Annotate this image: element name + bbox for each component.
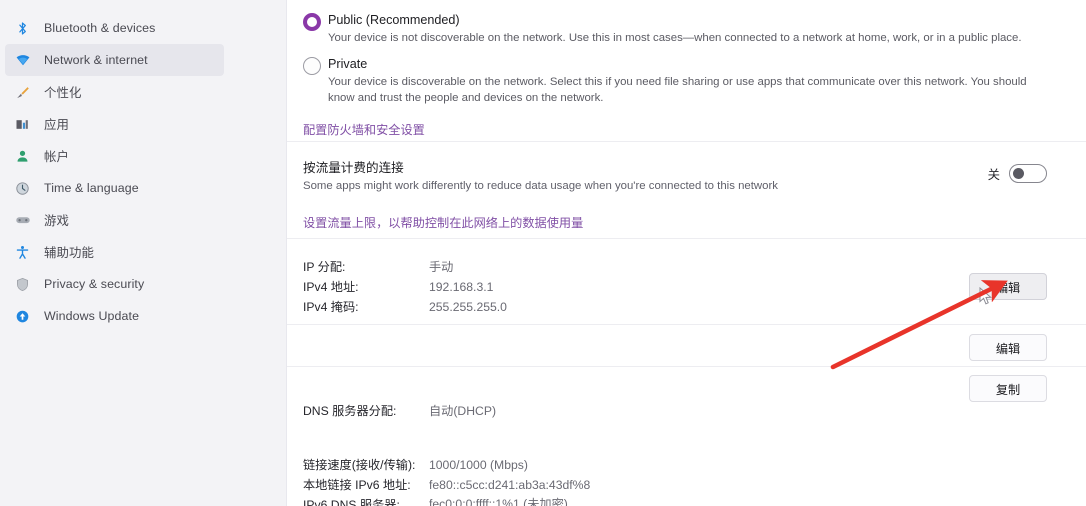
sidebar-item-label: 应用 [44,118,69,132]
detail-value: fe80::c5cc:d241:ab3a:43df%8 [429,478,591,492]
sidebar-item-label: Windows Update [44,309,140,323]
metered-toggle-group: 关 [988,164,1047,183]
network-profile-public-title: Public (Recommended) [328,13,460,27]
gaming-icon [14,212,31,229]
accessibility-icon [14,244,31,261]
sidebar-item-label: Time & language [44,181,139,195]
section-divider [287,366,1086,367]
sidebar-item-accounts[interactable]: 帐户 [5,140,224,172]
section-divider [287,324,1086,325]
sidebar-item-label: Bluetooth & devices [44,21,156,35]
detail-key: IP 分配: [303,260,346,274]
dns-assignment-section: DNS 服务器分配: 自动(DHCP) [287,401,1086,421]
detail-value: fec0:0:0:ffff::1%1 (未加密) [429,497,568,506]
detail-row: IPv4 掩码: 255.255.255.0 [303,297,1086,317]
sidebar-item-label: Privacy & security [44,277,145,291]
network-profile-private-description: Your device is discoverable on the netwo… [328,76,1027,104]
detail-key: IPv4 掩码: [303,300,359,314]
dns-assignment-edit-button[interactable]: 编辑 [969,334,1047,361]
apps-icon [14,116,31,133]
radio-public-icon[interactable] [303,13,321,31]
firewall-settings-link[interactable]: 配置防火墙和安全设置 [303,120,425,138]
data-limit-link[interactable]: 设置流量上限，以帮助控制在此网络上的数据使用量 [303,213,583,231]
settings-window: Bluetooth & devices Network & internet 个… [0,0,1086,506]
sidebar-item-label: 辅助功能 [44,246,94,260]
network-properties-section: 链接速度(接收/传输): 1000/1000 (Mbps) 本地链接 IPv6 … [287,455,1086,506]
metered-toggle-state-label: 关 [987,167,1000,182]
sidebar-item-windows-update[interactable]: Windows Update [5,300,224,332]
sidebar-item-network-internet[interactable]: Network & internet [5,44,224,76]
sidebar-item-bluetooth-devices[interactable]: Bluetooth & devices [5,12,224,44]
sidebar-item-personalization[interactable]: 个性化 [5,76,224,108]
metered-title: 按流量计费的连接 [303,161,404,175]
detail-row: 链接速度(接收/传输): 1000/1000 (Mbps) [303,455,1086,475]
paintbrush-icon [14,84,31,101]
detail-key: DNS 服务器分配: [303,404,397,418]
detail-row: 本地链接 IPv6 地址: fe80::c5cc:d241:ab3a:43df%… [303,475,1086,495]
metered-connection-section: 按流量计费的连接 Some apps might work differentl… [287,160,1086,232]
account-icon [14,148,31,165]
detail-row: DNS 服务器分配: 自动(DHCP) [303,401,1086,421]
section-divider [287,141,1086,142]
bluetooth-icon [14,20,31,37]
sidebar-item-accessibility[interactable]: 辅助功能 [5,236,224,268]
sidebar-item-label: 个性化 [44,86,82,100]
clock-icon [14,180,31,197]
shield-icon [14,276,31,293]
network-profile-option-public[interactable]: Public (Recommended) Your device is not … [287,12,1086,46]
network-properties-copy-button[interactable]: 复制 [969,375,1047,402]
sidebar-item-gaming[interactable]: 游戏 [5,204,224,236]
toggle-knob [1013,168,1024,179]
sidebar-item-privacy-security[interactable]: Privacy & security [5,268,224,300]
detail-key: 链接速度(接收/传输): [303,458,416,472]
metered-toggle[interactable] [1009,164,1047,183]
settings-content: Public (Recommended) Your device is not … [287,0,1086,506]
metered-description: Some apps might work differently to redu… [303,180,778,192]
detail-key: 本地链接 IPv6 地址: [303,478,411,492]
sidebar-item-apps[interactable]: 应用 [5,108,224,140]
detail-value: 255.255.255.0 [429,300,507,314]
wifi-icon [14,52,31,69]
detail-key: IPv6 DNS 服务器: [303,498,400,506]
network-profile-private-title: Private [328,57,368,71]
network-profile-public-description: Your device is not discoverable on the n… [328,32,1022,44]
sidebar-item-time-language[interactable]: Time & language [5,172,224,204]
update-icon [14,308,31,325]
network-profile-option-private[interactable]: Private Your device is discoverable on t… [287,56,1086,106]
sidebar-item-label: 游戏 [44,214,69,228]
detail-key: IPv4 地址: [303,280,359,294]
detail-value: 1000/1000 (Mbps) [429,458,528,472]
detail-value: 192.168.3.1 [429,280,494,294]
ip-assignment-section: IP 分配: 手动 IPv4 地址: 192.168.3.1 IPv4 掩码: … [287,257,1086,317]
sidebar-item-label: Network & internet [44,53,148,67]
ip-assignment-edit-button[interactable]: 编辑 [969,273,1047,300]
detail-value: 手动 [429,260,454,274]
section-divider [287,238,1086,239]
sidebar-item-label: 帐户 [44,150,69,164]
network-profile-section: Public (Recommended) Your device is not … [287,12,1086,139]
detail-value: 自动(DHCP) [429,404,497,418]
detail-row: IPv6 DNS 服务器: fec0:0:0:ffff::1%1 (未加密) f… [303,495,1086,506]
settings-sidebar: Bluetooth & devices Network & internet 个… [0,0,287,506]
radio-private-icon[interactable] [303,57,321,75]
